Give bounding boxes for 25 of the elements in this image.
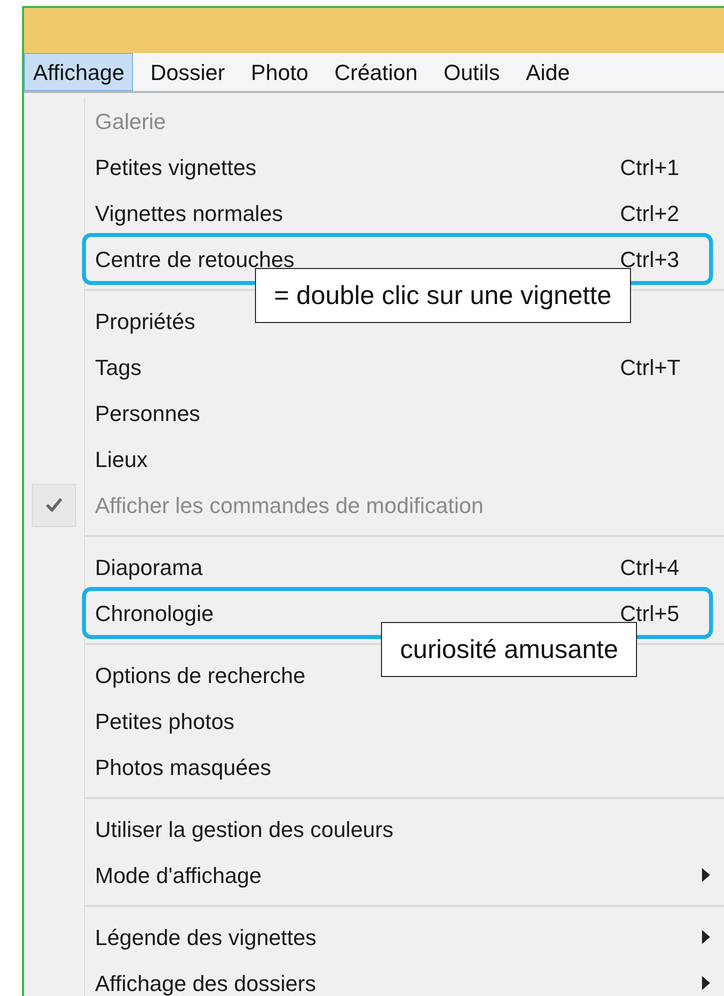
menu-item[interactable]: Lieux [85, 436, 724, 482]
menu-bar-item[interactable]: Outils [434, 53, 509, 91]
shortcut-label: Ctrl+2 [620, 200, 680, 228]
menu-item[interactable]: Petites vignettes Ctrl+1 [85, 144, 724, 190]
menu-item[interactable]: Vignettes normales Ctrl+2 [85, 190, 724, 236]
menu-bar-item[interactable]: Création [325, 53, 427, 91]
menu-item[interactable]: Petites photos [85, 698, 724, 744]
menu-item[interactable]: Photos masquées [85, 744, 724, 790]
check-icon [45, 497, 63, 513]
menu-bar-item[interactable]: Dossier [141, 53, 234, 91]
menu-item[interactable]: Diaporama Ctrl+4 [85, 544, 724, 590]
menu-item[interactable]: Légende des vignettes [85, 914, 724, 960]
menu-item[interactable]: Mode d'affichage [85, 852, 724, 898]
menu-bar-item[interactable]: Aide [516, 53, 579, 91]
menu-item[interactable]: Tags Ctrl+T [85, 344, 724, 390]
note-tooltip: = double clic sur une vignette [255, 268, 630, 323]
menu-item[interactable]: Utiliser la gestion des couleurs [85, 806, 724, 852]
shortcut-label: Ctrl+4 [620, 554, 680, 582]
menu-item[interactable]: Affichage des dossiers [85, 960, 724, 996]
menu-bar-item[interactable]: Affichage [24, 53, 134, 91]
menu-bar-item[interactable]: Photo [242, 53, 318, 91]
note-tooltip: curiosité amusante [381, 622, 638, 677]
shortcut-label: Ctrl+1 [620, 154, 680, 182]
shortcut-label: Ctrl+T [620, 354, 682, 382]
menu-item[interactable]: Personnes [85, 390, 724, 436]
